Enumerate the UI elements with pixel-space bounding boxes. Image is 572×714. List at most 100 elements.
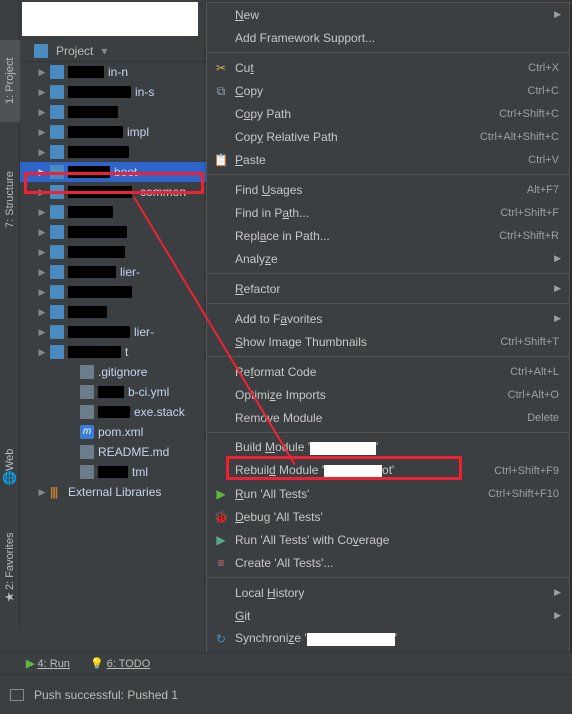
expand-arrow-icon[interactable]: ▶	[38, 107, 46, 118]
context-menu-item[interactable]: Copy Relative PathCtrl+Alt+Shift+C	[207, 125, 569, 148]
tree-external-libraries[interactable]: ▶External Libraries	[20, 482, 206, 502]
menu-item-shortcut: Ctrl+Alt+O	[508, 389, 559, 401]
menu-item-icon: ▶	[213, 532, 229, 548]
menu-item-label: Add to Favorites	[235, 312, 559, 326]
tree-module-row[interactable]: ▶ impl	[20, 122, 206, 142]
file-name: pom.xml	[98, 425, 143, 439]
tree-file-row[interactable]: ▶exe.stack	[20, 402, 206, 422]
tree-file-row[interactable]: ▶.gitignore	[20, 362, 206, 382]
redacted-text	[68, 86, 131, 98]
expand-arrow-icon[interactable]: ▶	[38, 187, 46, 198]
expand-arrow-icon[interactable]: ▶	[38, 347, 46, 358]
tool-tab-label: Web	[4, 449, 16, 471]
tree-module-row[interactable]: ▶ in-n	[20, 62, 206, 82]
tool-tab-structure[interactable]: 7: Structure	[0, 150, 20, 250]
expand-arrow-icon[interactable]: ▶	[38, 287, 46, 298]
context-menu-item[interactable]: Analyze▶	[207, 247, 569, 270]
tree-module-row[interactable]: ▶	[20, 242, 206, 262]
tree-module-row[interactable]: ▶	[20, 202, 206, 222]
tree-file-row[interactable]: ▶b-ci.yml	[20, 382, 206, 402]
globe-icon: 🌐	[3, 471, 17, 486]
tree-module-row[interactable]: ▶	[20, 102, 206, 122]
expand-arrow-icon[interactable]: ▶	[38, 67, 46, 78]
context-menu-item[interactable]: Add Framework Support...	[207, 26, 569, 49]
context-menu-item[interactable]: ✂CutCtrl+X	[207, 56, 569, 79]
context-menu-item[interactable]: Git▶	[207, 604, 569, 627]
expand-arrow-icon[interactable]: ▶	[38, 127, 46, 138]
tool-run-button[interactable]: ▶ 4: Run	[26, 657, 70, 670]
context-menu-item[interactable]: Show Image ThumbnailsCtrl+Shift+T	[207, 330, 569, 353]
submenu-arrow-icon: ▶	[554, 283, 561, 294]
tree-file-row[interactable]: ▶mpom.xml	[20, 422, 206, 442]
redacted-text	[98, 406, 130, 418]
tree-module-row[interactable]: ▶ -common	[20, 182, 206, 202]
context-menu-item[interactable]: Add to Favorites▶	[207, 307, 569, 330]
tool-todo-button[interactable]: 💡 6: TODO	[90, 657, 150, 670]
context-menu-item[interactable]: Local History▶	[207, 581, 569, 604]
context-menu-item[interactable]: 📋PasteCtrl+V	[207, 148, 569, 171]
context-menu-item[interactable]: ▶Run 'All Tests'Ctrl+Shift+F10	[207, 482, 569, 505]
context-menu-item[interactable]: Optimize ImportsCtrl+Alt+O	[207, 383, 569, 406]
tool-tab-project[interactable]: 1: Project	[0, 40, 20, 122]
file-icon	[80, 445, 94, 459]
module-name-suffix: lier-	[134, 325, 154, 339]
tree-file-row[interactable]: ▶tml	[20, 462, 206, 482]
context-menu-item[interactable]: Remove ModuleDelete	[207, 406, 569, 429]
file-icon	[80, 465, 94, 479]
folder-icon	[50, 345, 64, 359]
redacted-text	[98, 386, 124, 398]
tree-module-row[interactable]: ▶	[20, 222, 206, 242]
context-menu-item[interactable]: ⧉CopyCtrl+C	[207, 79, 569, 102]
tree-module-row[interactable]: ▶	[20, 142, 206, 162]
tree-module-row[interactable]: ▶	[20, 282, 206, 302]
tool-tab-web[interactable]: 🌐 Web	[0, 440, 20, 498]
context-menu-item[interactable]: ▶Run 'All Tests' with Coverage	[207, 528, 569, 551]
expand-arrow-icon[interactable]: ▶	[38, 227, 46, 238]
module-name-suffix: -common	[136, 185, 186, 199]
expand-arrow-icon[interactable]: ▶	[38, 147, 46, 158]
menu-item-label: Git	[235, 609, 559, 623]
context-menu-item[interactable]: Find in Path...Ctrl+Shift+F	[207, 201, 569, 224]
menu-item-label: Local History	[235, 586, 559, 600]
tree-file-row[interactable]: ▶README.md	[20, 442, 206, 462]
context-menu-item[interactable]: Find UsagesAlt+F7	[207, 178, 569, 201]
module-name-suffix: in-n	[108, 65, 128, 79]
tree-module-row[interactable]: ▶lier-	[20, 262, 206, 282]
module-name-suffix: impl	[127, 125, 149, 139]
redacted-text	[68, 246, 125, 258]
context-menu-item[interactable]: Reformat CodeCtrl+Alt+L	[207, 360, 569, 383]
menu-separator	[207, 273, 569, 274]
tree-module-row[interactable]: ▶t	[20, 342, 206, 362]
context-menu-item[interactable]: ↻Synchronize ''	[207, 627, 569, 650]
tree-module-row[interactable]: ▶in-s	[20, 82, 206, 102]
tool-tab-favorites[interactable]: ★ 2: Favorites	[0, 520, 20, 620]
redacted-text	[68, 326, 130, 338]
context-menu-item[interactable]: ≡Create 'All Tests'...	[207, 551, 569, 574]
expand-arrow-icon[interactable]: ▶	[38, 327, 46, 338]
context-menu-item[interactable]: Copy PathCtrl+Shift+C	[207, 102, 569, 125]
expand-arrow-icon[interactable]: ▶	[38, 87, 46, 98]
tree-module-row[interactable]: ▶boot	[20, 162, 206, 182]
folder-icon	[50, 125, 64, 139]
expand-arrow-icon[interactable]: ▶	[38, 167, 46, 178]
context-menu: New▶Add Framework Support...✂CutCtrl+X⧉C…	[206, 2, 570, 681]
context-menu-item[interactable]: Rebuild Module 'ot'Ctrl+Shift+F9	[207, 459, 569, 482]
project-tree[interactable]: ▶in-n▶in-s▶▶impl▶▶boot▶-common▶▶▶▶lier-▶…	[20, 62, 206, 632]
context-menu-item[interactable]: Replace in Path...Ctrl+Shift+R	[207, 224, 569, 247]
context-menu-item[interactable]: Refactor▶	[207, 277, 569, 300]
tree-module-row[interactable]: ▶	[20, 302, 206, 322]
context-menu-item[interactable]: Build Module ''	[207, 436, 569, 459]
menu-item-icon: ⧉	[213, 83, 229, 99]
menu-separator	[207, 577, 569, 578]
context-menu-item[interactable]: 🐞Debug 'All Tests'	[207, 505, 569, 528]
context-menu-item[interactable]: New▶	[207, 3, 569, 26]
menu-separator	[207, 174, 569, 175]
expand-arrow-icon[interactable]: ▶	[38, 207, 46, 218]
expand-arrow-icon[interactable]: ▶	[38, 247, 46, 258]
tree-module-row[interactable]: ▶ lier-	[20, 322, 206, 342]
expand-arrow-icon[interactable]: ▶	[38, 267, 46, 278]
expand-arrow-icon[interactable]: ▶	[38, 487, 46, 498]
project-view-header[interactable]: Project ▾	[20, 40, 206, 62]
expand-arrow-icon[interactable]: ▶	[38, 307, 46, 318]
menu-item-icon: ✂	[213, 60, 229, 76]
